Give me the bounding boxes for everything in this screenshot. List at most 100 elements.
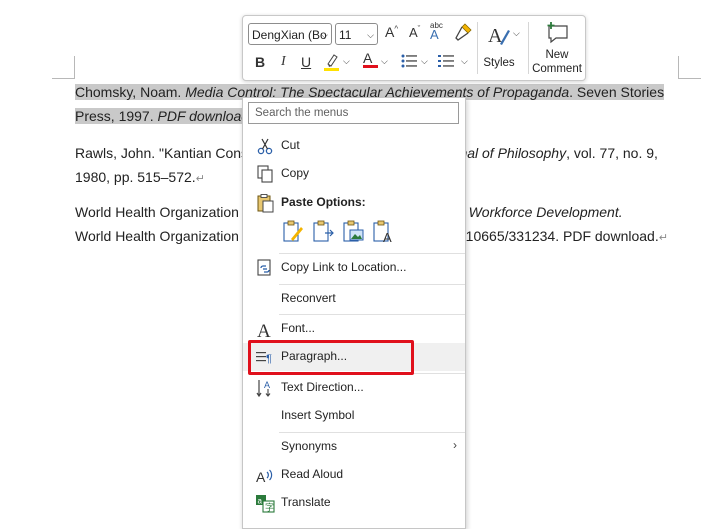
menu-item-label: Paste Options:: [281, 195, 366, 209]
paste-picture-icon[interactable]: [341, 219, 365, 245]
new-comment-button[interactable]: [537, 21, 581, 48]
copy-icon: [257, 165, 273, 183]
styles-icon: A: [488, 25, 510, 47]
menu-item-text-direction[interactable]: A Text Direction...: [243, 374, 465, 402]
menu-item-copy[interactable]: Copy: [243, 160, 465, 188]
menu-item-label: Font...: [281, 321, 316, 335]
text-run-italic: th Workforce Development.: [453, 204, 623, 220]
numbering-icon: [438, 55, 454, 67]
paste-merge-formatting-icon[interactable]: [311, 219, 335, 245]
text-run: , vol. 77, no. 9,: [566, 145, 658, 161]
font-name-combo[interactable]: DengXian (Bo ⌵: [248, 23, 332, 45]
text-run: Press, 1997.: [75, 108, 158, 124]
font-size-value: 11: [339, 28, 352, 42]
menu-item-insert-symbol[interactable]: Insert Symbol: [243, 402, 465, 430]
format-painter-icon: [455, 23, 472, 41]
format-painter-button[interactable]: [453, 22, 473, 45]
citation-who-line2-tail[interactable]: e/10665/331234. PDF download.↵: [454, 224, 668, 250]
grow-font-button[interactable]: A^: [385, 24, 398, 40]
chevron-down-icon[interactable]: ⌵: [461, 56, 468, 67]
menu-item-label: Text Direction...: [281, 380, 364, 394]
menu-item-font[interactable]: A Font...: [243, 315, 465, 343]
paragraph-mark-icon: ↵: [195, 173, 205, 185]
styles-label: Styles: [483, 57, 515, 69]
copy-link-icon: [257, 259, 271, 276]
highlighter-icon: [324, 54, 339, 71]
menu-item-reconvert[interactable]: Reconvert: [243, 285, 465, 313]
chevron-down-icon[interactable]: ⌵: [343, 56, 350, 67]
svg-text:字: 字: [265, 502, 274, 513]
svg-text:A: A: [264, 380, 270, 390]
font-icon: A: [257, 321, 271, 339]
svg-text:A: A: [257, 321, 271, 339]
svg-text:A: A: [383, 230, 392, 245]
menu-item-label: Copy Link to Location...: [281, 260, 407, 274]
citation-rawls-line1-tail[interactable]: urnal of Philosophy, vol. 77, no. 9,: [447, 141, 658, 165]
chevron-down-icon: ⌵: [321, 30, 328, 40]
caret-down-icon: ˇ: [417, 24, 421, 34]
font-size-combo[interactable]: 11 ⌵: [335, 23, 378, 45]
citation-chomsky-line2[interactable]: Press, 1997. PDF download: [75, 104, 250, 128]
paste-text-only-icon[interactable]: A: [371, 219, 395, 245]
styles-button[interactable]: A: [486, 22, 516, 53]
highlight-color-button[interactable]: [323, 52, 341, 75]
text-run: Chomsky, Noam.: [75, 84, 186, 100]
translate-icon: a 字: [256, 495, 275, 513]
menu-item-cut[interactable]: Cut: [243, 132, 465, 160]
phonetic-guide-button[interactable]: abc A: [430, 21, 443, 42]
new-comment-label: New Comment: [529, 48, 585, 76]
selected-text: Press, 1997. PDF download: [75, 108, 250, 124]
text-run-italic: PDF download: [157, 108, 250, 124]
bullets-button[interactable]: [400, 52, 418, 73]
paste-options-row: A: [243, 219, 465, 247]
text-run: World Health Organization: [75, 228, 239, 244]
menu-item-label: Read Aloud: [281, 467, 344, 481]
toolbar-divider: [477, 22, 478, 74]
citation-who-line1[interactable]: World Health Organization: [75, 200, 239, 224]
svg-text:a: a: [258, 497, 263, 506]
numbering-button[interactable]: [437, 52, 455, 73]
citation-rawls-line1[interactable]: Rawls, John. "Kantian Cons: [75, 141, 248, 165]
search-menus-input[interactable]: [248, 102, 459, 124]
text-run: World Health Organization: [75, 204, 239, 220]
menu-item-label: Insert Symbol: [281, 408, 355, 422]
grow-font-icon: A: [385, 24, 395, 40]
svg-text:A: A: [256, 469, 266, 485]
citation-who-line2[interactable]: World Health Organization: [75, 224, 239, 248]
shrink-font-icon: A: [409, 25, 418, 40]
new-comment-label-line2: Comment: [532, 63, 582, 75]
chevron-down-icon[interactable]: ⌵: [381, 56, 388, 67]
page-corner-mark-right: [678, 56, 701, 79]
menu-item-read-aloud[interactable]: A Read Aloud: [243, 461, 465, 489]
italic-button[interactable]: I: [281, 54, 286, 70]
caret-up-icon: ^: [394, 24, 399, 34]
menu-item-label: Reconvert: [281, 291, 336, 305]
underline-button[interactable]: U: [301, 54, 311, 70]
font-color-letter: A: [363, 50, 373, 66]
paste-options-header: Paste Options:: [243, 189, 465, 217]
paste-keep-source-icon[interactable]: [281, 219, 305, 245]
paragraph-mark-icon: ↵: [658, 232, 668, 244]
submenu-arrow-icon: ›: [453, 438, 457, 452]
bullets-icon: [401, 54, 417, 68]
citation-who-line1-tail[interactable]: th Workforce Development.: [453, 200, 623, 224]
clipboard-icon: [257, 194, 274, 213]
menu-item-label: Synonyms: [281, 439, 338, 453]
new-comment-label-line1: New: [545, 49, 569, 61]
menu-item-label: Translate: [281, 495, 331, 509]
text-direction-icon: A: [256, 380, 271, 398]
read-aloud-icon: A: [256, 469, 273, 485]
bold-button[interactable]: B: [255, 54, 265, 70]
font-name-value: DengXian (Bo: [252, 28, 327, 42]
annotation-highlight-box: [248, 340, 414, 375]
menu-item-copy-link[interactable]: Copy Link to Location...: [243, 254, 465, 282]
text-run: e/10665/331234. PDF download.: [454, 228, 659, 244]
chevron-down-icon: ⌵: [367, 30, 374, 40]
citation-rawls-line2[interactable]: 1980, pp. 515–572.↵: [75, 165, 205, 191]
chevron-down-icon[interactable]: ⌵: [513, 28, 520, 39]
font-color-button[interactable]: A: [363, 50, 378, 68]
text-run: Rawls, John. "Kantian Cons: [75, 145, 249, 161]
chevron-down-icon[interactable]: ⌵: [421, 56, 428, 67]
menu-item-synonyms[interactable]: Synonyms ›: [243, 433, 465, 461]
shrink-font-button[interactable]: Aˇ: [409, 24, 420, 40]
